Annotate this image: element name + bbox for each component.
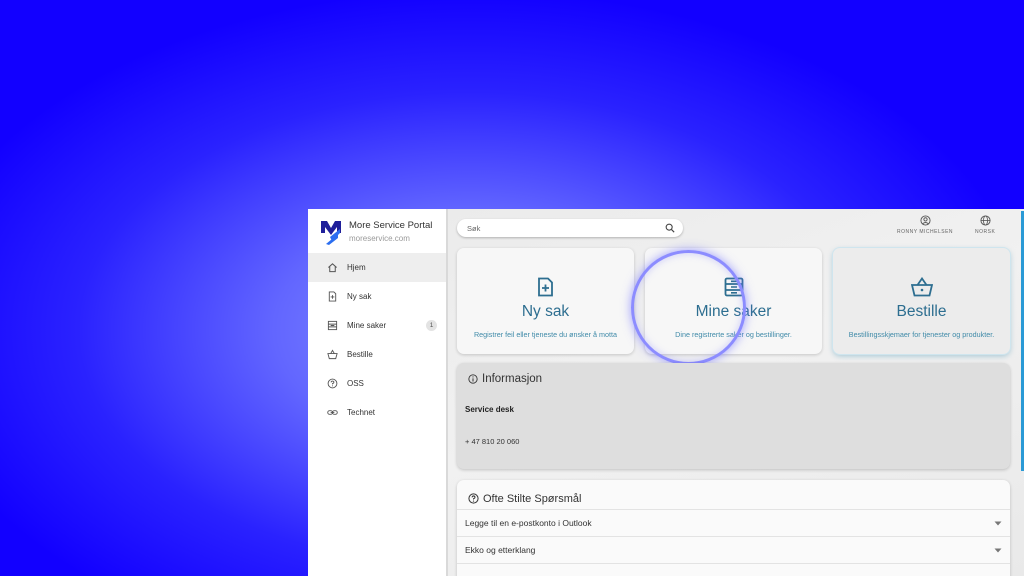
new-case-icon xyxy=(537,276,554,298)
sidebar-item-mine-saker[interactable]: Mine saker 1 xyxy=(308,311,446,340)
sidebar-item-bestille[interactable]: Bestille xyxy=(308,340,446,369)
faq-item[interactable]: Ekko og etterklang xyxy=(457,537,1010,564)
faq-title: Ofte Stilte Spørsmål xyxy=(483,492,582,505)
main-content: RONNY MICHELSEN NORSK Ny sak Registrer f… xyxy=(448,209,1024,576)
home-icon xyxy=(327,262,338,273)
card-mine-saker[interactable]: Mine saker Dine registrerte saker og bes… xyxy=(645,248,822,354)
card-ny-sak[interactable]: Ny sak Registrer feil eller tjeneste du … xyxy=(457,248,634,354)
user-icon xyxy=(919,215,931,226)
faq-header: Ofte Stilte Spørsmål xyxy=(457,480,1010,510)
search-icon[interactable] xyxy=(665,223,675,233)
user-name: RONNY MICHELSEN xyxy=(897,229,954,235)
cases-count-badge: 1 xyxy=(426,320,437,331)
service-desk-label: Service desk xyxy=(465,405,514,414)
sidebar-item-hjem[interactable]: Hjem xyxy=(308,253,446,282)
basket-icon xyxy=(327,349,338,360)
sidebar-item-technet[interactable]: Technet xyxy=(308,398,446,427)
card-title: Ny sak xyxy=(521,303,570,320)
info-panel: Informasjon Service desk + 47 810 20 060 xyxy=(457,363,1010,469)
sidebar-item-label: Technet xyxy=(347,408,376,417)
info-title: Informasjon xyxy=(482,373,543,385)
new-case-icon xyxy=(327,291,338,302)
sidebar-item-label: Bestille xyxy=(347,350,373,359)
sidebar-item-label: Ny sak xyxy=(347,292,372,301)
language-label: NORSK xyxy=(975,229,996,235)
card-bestille[interactable]: Bestille Bestillingsskjemaer for tjenest… xyxy=(833,248,1010,354)
sidebar-item-ny-sak[interactable]: Ny sak xyxy=(308,282,446,311)
brand-subtitle: moreservice.com xyxy=(349,234,410,243)
cases-icon xyxy=(327,320,338,331)
topbar: RONNY MICHELSEN NORSK xyxy=(448,209,1024,247)
card-description: Registrer feil eller tjeneste du ønsker … xyxy=(473,330,617,339)
sidebar-item-label: Hjem xyxy=(347,263,366,272)
sidebar-item-label: OSS xyxy=(347,379,364,388)
faq-panel: Ofte Stilte Spørsmål Legge til en e-post… xyxy=(457,480,1010,576)
sidebar-item-label: Mine saker xyxy=(347,321,387,330)
portal-window: More Service Portal moreservice.com Hjem… xyxy=(308,209,1024,576)
info-icon xyxy=(468,374,478,384)
faq-icon xyxy=(468,493,479,504)
service-desk-phone: + 47 810 20 060 xyxy=(465,437,520,446)
card-description: Bestillingsskjemaer for tjenester og pro… xyxy=(848,330,995,339)
caret-down-icon[interactable] xyxy=(994,521,1002,526)
language-menu[interactable]: NORSK xyxy=(975,215,995,235)
search-input[interactable] xyxy=(467,223,665,233)
globe-icon xyxy=(980,215,991,226)
brand-title: More Service Portal xyxy=(349,220,433,231)
faq-item[interactable]: Legge til en e-postkonto i Outlook xyxy=(457,510,1010,537)
card-title: Mine saker xyxy=(695,303,772,320)
action-cards: Ny sak Registrer feil eller tjeneste du … xyxy=(457,248,1010,354)
more-logo-icon xyxy=(321,221,341,245)
faq-item-label: Ekko og etterklang xyxy=(465,545,536,555)
info-header: Informasjon xyxy=(457,363,1010,385)
cases-icon xyxy=(724,276,744,298)
caret-down-icon[interactable] xyxy=(994,548,1002,553)
sidebar-item-oss[interactable]: OSS xyxy=(308,369,446,398)
brand[interactable]: More Service Portal moreservice.com xyxy=(308,209,446,253)
sidebar: More Service Portal moreservice.com Hjem… xyxy=(308,209,448,576)
faq-item-label: Legge til en e-postkonto i Outlook xyxy=(465,518,592,528)
basket-icon xyxy=(910,276,933,298)
link-icon xyxy=(327,407,338,418)
card-title: Bestille xyxy=(896,303,947,320)
search-bar[interactable] xyxy=(457,219,683,237)
card-description: Dine registrerte saker og bestillinger. xyxy=(675,330,792,339)
user-menu[interactable]: RONNY MICHELSEN xyxy=(897,215,953,235)
faq-icon xyxy=(327,378,338,389)
